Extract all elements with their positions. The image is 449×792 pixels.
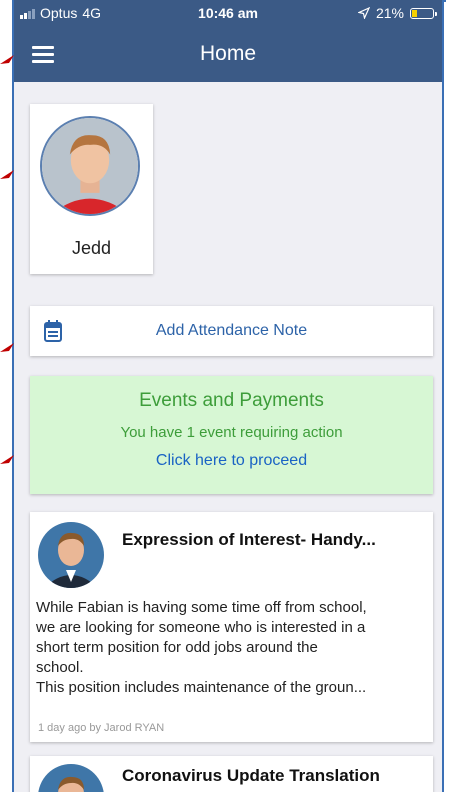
status-right: 21% [357,5,437,21]
news-body-line: we are looking for someone who is intere… [36,619,366,636]
author-avatar [38,764,104,792]
nav-bar: Home [14,26,442,82]
battery-icon [410,7,437,19]
student-card[interactable]: Jedd [30,104,153,274]
news-body: While Fabian is having some time off fro… [36,598,425,698]
news-title: Coronavirus Update Translation [122,766,380,785]
events-title: Events and Payments [139,390,324,411]
news-item[interactable]: Coronavirus Update Translation [30,756,433,792]
student-name: Jedd [71,238,112,258]
news-body-line: This position includes maintenance of th… [36,679,367,696]
battery-percent: 21% [375,5,404,21]
events-payments-card[interactable]: Events and Payments You have 1 event req… [30,376,433,494]
news-title: Expression of Interest- Handy... [122,530,376,549]
news-body-line: school. [36,659,84,676]
attendance-label: Add Attendance Note [155,322,308,339]
news-body-line: short term position for odd jobs around … [36,639,318,656]
events-subtitle: You have 1 event requiring action [120,424,343,441]
news-item[interactable]: Expression of Interest- Handy... While F… [30,512,433,742]
status-bar: Optus 4G 10:46 am 21% [14,0,442,26]
news-meta: 1 day ago by Jarod RYAN [38,722,165,734]
proceed-link[interactable]: Click here to proceed [30,452,433,470]
add-attendance-note-button[interactable]: Add Attendance Note [30,306,433,356]
phone-screen: Optus 4G 10:46 am 21% Home Jedd Add Atte… [12,0,444,792]
page-title: Home [199,42,257,65]
location-arrow-icon [357,7,370,19]
news-body-line: While Fabian is having some time off fro… [36,599,367,616]
student-avatar [40,116,140,216]
author-avatar [38,522,104,588]
